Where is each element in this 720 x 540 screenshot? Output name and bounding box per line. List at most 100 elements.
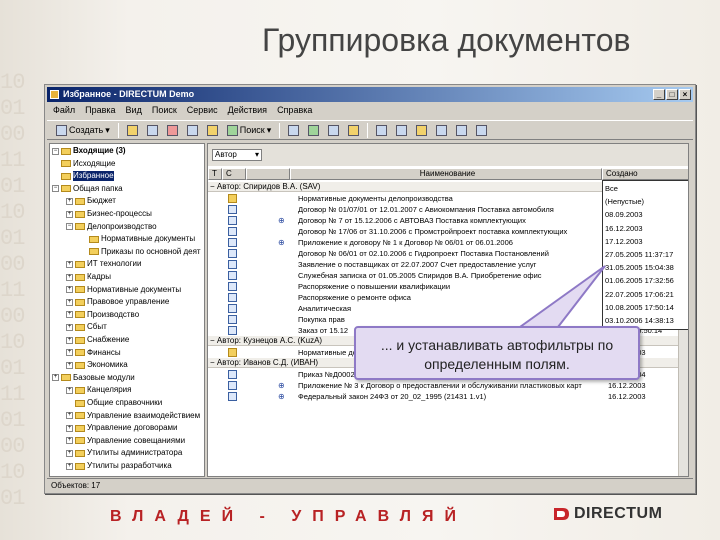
table-row[interactable]: ⊕ Приложение № 3 к Договор о предоставлен… <box>208 380 606 391</box>
view-details-button[interactable] <box>393 123 410 138</box>
expand-icon[interactable]: + <box>66 462 73 470</box>
tree-item[interactable]: + Финансы <box>66 348 121 358</box>
tree-item[interactable]: Приказы по основной деят <box>80 247 201 257</box>
expand-icon[interactable]: + <box>66 412 73 420</box>
menu-search[interactable]: Поиск <box>152 103 177 118</box>
expand-icon[interactable]: + <box>66 260 73 268</box>
group-button[interactable] <box>433 123 450 138</box>
task-button[interactable] <box>305 123 322 138</box>
expand-icon[interactable]: + <box>66 424 73 432</box>
tree-item[interactable]: + Правовое управление <box>66 297 169 307</box>
expand-icon[interactable]: + <box>66 386 73 394</box>
tree-item[interactable]: + Базовые модули <box>52 373 135 383</box>
tree-item[interactable]: + Кадры <box>66 272 111 282</box>
autofilter-option[interactable]: 22.07.2005 17:06:21 <box>605 289 674 300</box>
cut-button[interactable] <box>164 123 181 138</box>
send-button[interactable] <box>285 123 302 138</box>
autofilter-option[interactable]: 27.05.2005 11:37:17 <box>605 249 673 260</box>
autofilter-option[interactable]: Все <box>605 183 618 194</box>
table-row[interactable]: Служебная записка от 01.05.2005 Спиридов… <box>208 270 606 281</box>
collapse-icon[interactable]: − <box>52 147 59 155</box>
tree-item[interactable]: − Общая папка <box>52 184 123 194</box>
expand-icon[interactable]: + <box>66 361 73 369</box>
tree-item[interactable]: + Снабжение <box>66 335 129 345</box>
autofilter-option[interactable]: 31.05.2005 15:04:38 <box>605 262 674 273</box>
tree-item[interactable]: + ИТ технологии <box>66 259 141 269</box>
minimize-icon[interactable]: _ <box>653 89 665 100</box>
maximize-icon[interactable]: □ <box>666 89 678 100</box>
tree-item[interactable]: + Управление договорами <box>66 423 177 433</box>
expand-icon[interactable]: + <box>66 210 73 218</box>
expand-icon[interactable]: + <box>66 449 73 457</box>
table-row[interactable]: ⊕ Приложение к договору № 1 к Договор № 0… <box>208 237 606 248</box>
menu-help[interactable]: Справка <box>277 103 312 118</box>
autofilter-option[interactable]: 10.08.2005 17:50:14 <box>605 302 674 313</box>
menu-edit[interactable]: Правка <box>85 103 115 118</box>
create-button[interactable]: Создать ▾ <box>53 123 113 138</box>
column-created[interactable]: Создано <box>602 168 688 180</box>
tree-item[interactable]: Исходящие <box>52 159 115 169</box>
table-row[interactable]: Заявление о поставщиках от 22.07.2007 Сч… <box>208 259 606 270</box>
tree-item[interactable]: + Производство <box>66 310 139 320</box>
collapse-icon[interactable]: − <box>210 358 217 367</box>
lock-button[interactable] <box>345 123 362 138</box>
expand-icon[interactable]: + <box>66 336 73 344</box>
menu-file[interactable]: Файл <box>53 103 75 118</box>
menu-actions[interactable]: Действия <box>228 103 267 118</box>
tree-item[interactable]: − Делопроизводство <box>66 222 157 232</box>
close-icon[interactable]: × <box>679 89 691 100</box>
expand-icon[interactable]: + <box>66 298 73 306</box>
autofilter-option[interactable]: 01.06.2005 17:32:56 <box>605 275 674 286</box>
menu-view[interactable]: Вид <box>126 103 142 118</box>
tree-item[interactable]: + Бизнес-процессы <box>66 209 152 219</box>
filter-button[interactable] <box>413 123 430 138</box>
column-attachment[interactable] <box>246 168 290 180</box>
table-row[interactable]: Аналитическая <box>208 303 606 314</box>
preview-button[interactable] <box>453 123 470 138</box>
column-name[interactable]: Наименование <box>290 168 602 180</box>
table-row[interactable]: Договор № 01/07/01 от 12.01.2007 с Авиок… <box>208 204 606 215</box>
tree-item[interactable]: + Управление взаимодействием <box>66 411 200 421</box>
search-button[interactable]: Поиск ▾ <box>224 123 274 138</box>
group-by-combo[interactable]: Автор ▾ <box>212 149 262 161</box>
tree-item[interactable]: + Канцелярия <box>66 385 131 395</box>
tree-item[interactable]: + Нормативные документы <box>66 285 181 295</box>
tree-item[interactable]: + Экономика <box>66 360 128 370</box>
tree-item[interactable]: + Сбыт <box>66 322 107 332</box>
menu-service[interactable]: Сервис <box>187 103 218 118</box>
expand-icon[interactable]: + <box>66 273 73 281</box>
tree-item[interactable]: Избранное <box>52 171 114 182</box>
collapse-icon[interactable]: − <box>210 336 217 345</box>
collapse-icon[interactable]: − <box>66 223 73 231</box>
tree-item[interactable]: + Утилиты разработчика <box>66 461 172 471</box>
properties-button[interactable] <box>144 123 161 138</box>
expand-icon[interactable]: + <box>66 197 73 205</box>
table-row[interactable]: ⊕ Федеральный закон 24ФЗ от 20_02_1995 (2… <box>208 391 606 402</box>
table-row[interactable]: Покупка прав <box>208 314 606 325</box>
autofilter-option[interactable]: 17.12.2003 <box>605 236 643 247</box>
collapse-icon[interactable]: − <box>210 182 217 191</box>
copy-button[interactable] <box>184 123 201 138</box>
table-row[interactable]: Распоряжение о повышении квалификации <box>208 281 606 292</box>
tree-item[interactable]: Нормативные документы <box>80 234 195 244</box>
autofilter-option[interactable]: 03.10.2006 14:38:13 <box>605 315 674 326</box>
table-row[interactable]: Распоряжение о ремонте офиса <box>208 292 606 303</box>
autofilter-option[interactable]: 16.12.2003 <box>605 223 643 234</box>
expand-icon[interactable]: + <box>66 286 73 294</box>
table-row[interactable]: Договор № 06/01 от 02.10.2006 с Гидропро… <box>208 248 606 259</box>
expand-icon[interactable]: + <box>66 437 73 445</box>
tree-item[interactable]: − Входящие (3) <box>52 146 126 156</box>
collapse-icon[interactable]: − <box>52 185 59 193</box>
autofilter-option[interactable]: (Непустые) <box>605 196 644 207</box>
expand-icon[interactable]: + <box>66 323 73 331</box>
print-button[interactable] <box>325 123 342 138</box>
help-button[interactable] <box>473 123 490 138</box>
column-type[interactable]: Т <box>208 168 222 180</box>
open-folder-button[interactable] <box>124 123 141 138</box>
expand-icon[interactable]: + <box>66 349 73 357</box>
table-row[interactable]: Договор № 17/06 от 31.10.2006 с Промстро… <box>208 226 606 237</box>
tree-item[interactable]: + Утилиты администратора <box>66 448 182 458</box>
table-row[interactable]: ⊕ Договор № 7 от 15.12.2006 с АВТОВАЗ Пос… <box>208 215 606 226</box>
view-list-button[interactable] <box>373 123 390 138</box>
expand-icon[interactable]: + <box>66 311 73 319</box>
